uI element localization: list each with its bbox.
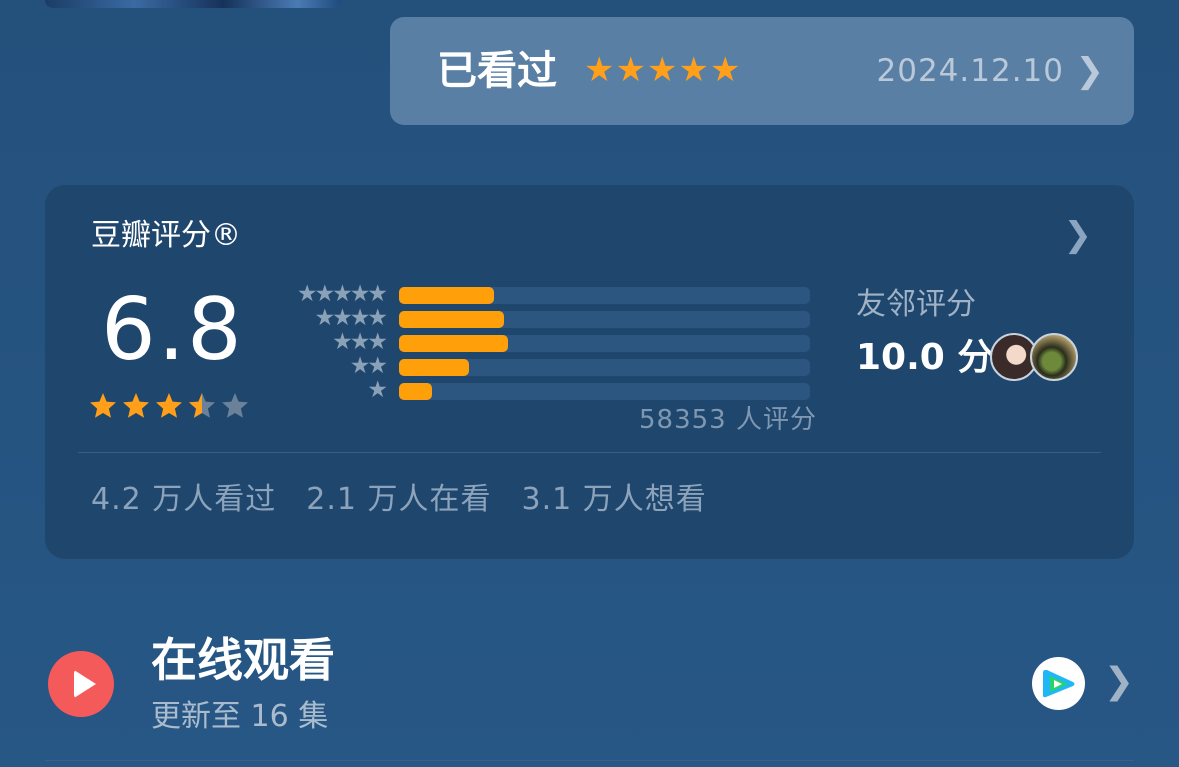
douban-rating-card[interactable]: 豆瓣评分® ❯ 6.8 ★★★★★ ★★★★ ★★★ ★★ ★ 58353 人评分 友邻… bbox=[45, 185, 1134, 559]
watched-date: 2024.12.10 bbox=[876, 53, 1064, 89]
avatar[interactable] bbox=[1030, 333, 1078, 381]
distribution-bar-track bbox=[399, 383, 810, 400]
distribution-bar-fill bbox=[399, 287, 494, 304]
friend-rating-score: 10.0 分 bbox=[856, 337, 994, 378]
chevron-right-icon: ❯ bbox=[1103, 661, 1134, 702]
distribution-bar-track bbox=[399, 311, 810, 328]
stat-watched[interactable]: 4.2 万人看过 bbox=[91, 480, 276, 520]
user-rating-stars: ★ ★ ★ ★ ★ bbox=[584, 51, 740, 89]
distribution-bar-track bbox=[399, 359, 810, 376]
star-icon: ★ bbox=[646, 50, 678, 90]
distribution-bar-track bbox=[399, 287, 810, 304]
movie-detail-page: 已看过 ★ ★ ★ ★ ★ 2024.12.10 ❯ 豆瓣评分® ❯ 6.8 ★… bbox=[0, 0, 1179, 767]
online-watch-title: 在线观看 bbox=[151, 633, 335, 687]
distribution-bar-fill bbox=[399, 311, 504, 328]
rating-count: 58353 人评分 bbox=[639, 405, 817, 435]
video-app-logo-mark bbox=[1043, 670, 1075, 698]
star-icon: ★ bbox=[678, 50, 709, 90]
distribution-bar-fill bbox=[399, 359, 469, 376]
divider bbox=[78, 452, 1101, 453]
rating-score: 6.8 bbox=[101, 280, 244, 380]
chevron-right-icon[interactable]: ❯ bbox=[1064, 215, 1093, 255]
half-star-icon bbox=[189, 393, 215, 418]
video-app-icon[interactable] bbox=[1032, 657, 1085, 710]
friend-rating-label: 友邻评分 bbox=[856, 287, 976, 322]
episode-update-text: 更新至 16 集 bbox=[151, 699, 329, 734]
star-icon: ★ bbox=[615, 50, 646, 90]
distribution-bar-fill bbox=[399, 383, 432, 400]
stat-want[interactable]: 3.1 万人想看 bbox=[522, 480, 707, 520]
star-icon bbox=[90, 393, 116, 418]
audience-stats: 4.2 万人看过 2.1 万人在看 3.1 万人想看 bbox=[91, 480, 707, 520]
play-icon[interactable] bbox=[48, 651, 114, 717]
star-icon: ★ bbox=[584, 50, 615, 90]
watched-label: 已看过 bbox=[437, 48, 557, 94]
distribution-row-2-star: ★★ bbox=[275, 353, 815, 379]
star-icon bbox=[222, 393, 248, 418]
play-triangle bbox=[74, 670, 96, 698]
star-icon bbox=[156, 393, 182, 418]
chevron-right-icon: ❯ bbox=[1075, 51, 1105, 91]
distribution-star-label: ★ bbox=[367, 377, 388, 403]
distribution-row-1-star: ★ bbox=[275, 377, 815, 403]
divider bbox=[45, 760, 1134, 761]
score-stars bbox=[90, 393, 248, 418]
online-watch-row[interactable]: 在线观看 更新至 16 集 ❯ bbox=[45, 620, 1134, 750]
poster-image[interactable] bbox=[45, 0, 342, 8]
rating-title: 豆瓣评分® bbox=[91, 218, 241, 253]
distribution-bar-fill bbox=[399, 335, 508, 352]
distribution-bar-track bbox=[399, 335, 810, 352]
star-icon bbox=[123, 393, 149, 418]
watched-status-card[interactable]: 已看过 ★ ★ ★ ★ ★ 2024.12.10 ❯ bbox=[390, 17, 1134, 125]
star-icon: ★ bbox=[709, 50, 741, 90]
stat-watching[interactable]: 2.1 万人在看 bbox=[306, 480, 491, 520]
